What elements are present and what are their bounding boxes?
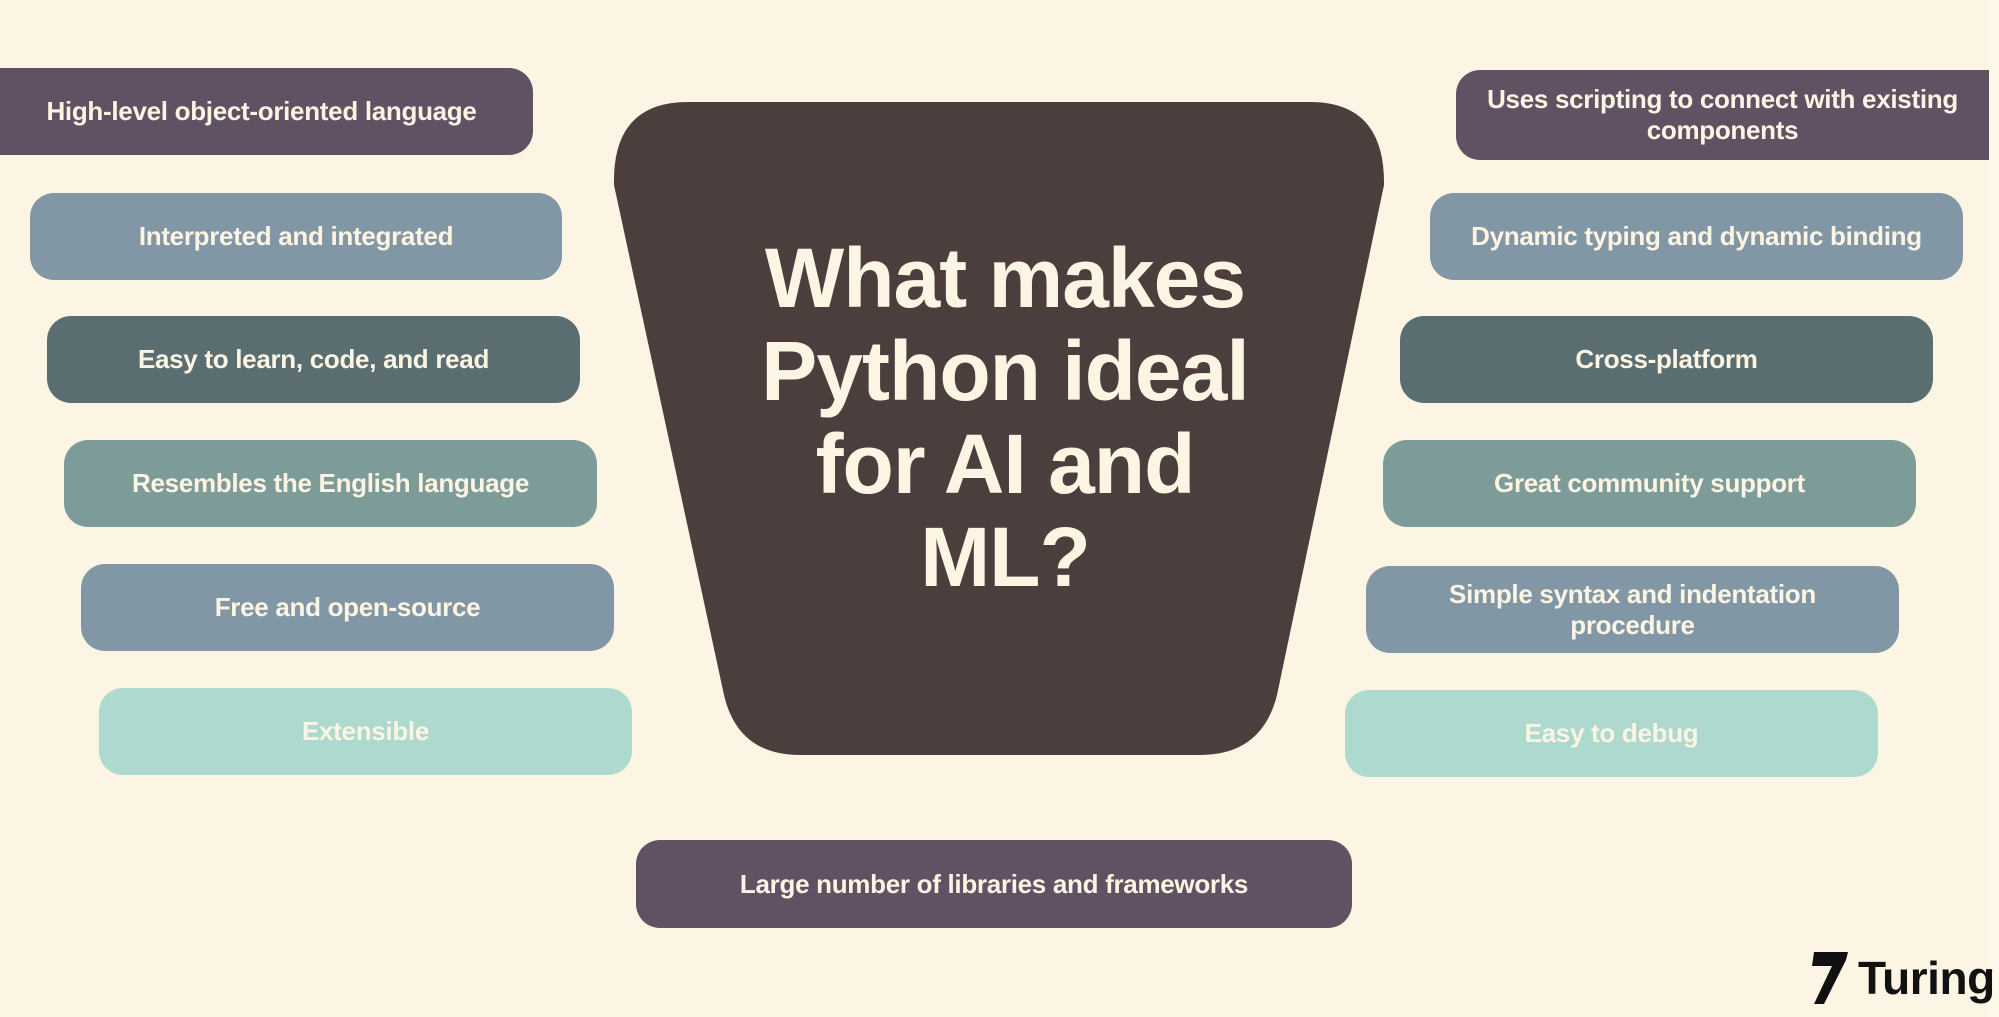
feature-label: Interpreted and integrated: [138, 221, 454, 251]
title-line-1: What makes: [764, 231, 1246, 325]
feature-pill-right-6: Easy to debug: [1345, 690, 1878, 777]
feature-pill-left-1: High-level object-oriented language: [0, 68, 533, 155]
feature-label: Resembles the English language: [132, 468, 529, 498]
feature-pill-left-5: Free and open-source: [81, 564, 614, 651]
feature-pill-right-2: Dynamic typing and dynamic binding: [1430, 193, 1963, 280]
feature-pill-bottom: Large number of libraries and frameworks: [636, 840, 1352, 928]
right-edge-strip: [1988, 0, 1999, 1017]
feature-pill-left-6: Extensible: [99, 688, 632, 775]
feature-pill-left-2: Interpreted and integrated: [30, 193, 562, 280]
feature-pill-right-4: Great community support: [1383, 440, 1916, 527]
turing-logo-icon: [1812, 952, 1848, 1004]
feature-pill-left-4: Resembles the English language: [64, 440, 597, 527]
turing-logo: Turing: [1810, 950, 1995, 1006]
title-line-2: Python ideal: [761, 324, 1249, 418]
feature-label: Simple syntax and indentation procedure: [1449, 578, 1816, 640]
feature-label: Free and open-source: [214, 592, 481, 622]
feature-label: Great community support: [1494, 468, 1805, 498]
feature-label: Dynamic typing and dynamic binding: [1471, 221, 1922, 251]
feature-pill-right-3: Cross-platform: [1400, 316, 1933, 403]
feature-pill-right-1: Uses scripting to connect with existing …: [1456, 70, 1989, 160]
title-line-3: for AI and: [815, 417, 1196, 511]
brand-name: Turing: [1858, 952, 1995, 1004]
feature-label: Extensible: [301, 716, 430, 746]
feature-pill-right-5: Simple syntax and indentation procedure: [1366, 566, 1899, 653]
title-line-4: ML?: [920, 510, 1091, 604]
feature-label: Uses scripting to connect with existing …: [1487, 84, 1958, 145]
feature-label: High-level object-oriented language: [46, 96, 477, 126]
feature-label: Large number of libraries and frameworks: [739, 868, 1249, 899]
main-title: What makes Python ideal for AI and ML?: [690, 232, 1320, 604]
feature-label: Easy to learn, code, and read: [137, 344, 490, 374]
feature-label: Easy to debug: [1524, 718, 1699, 748]
feature-pill-left-3: Easy to learn, code, and read: [47, 316, 580, 403]
feature-label: Cross-platform: [1575, 344, 1758, 374]
